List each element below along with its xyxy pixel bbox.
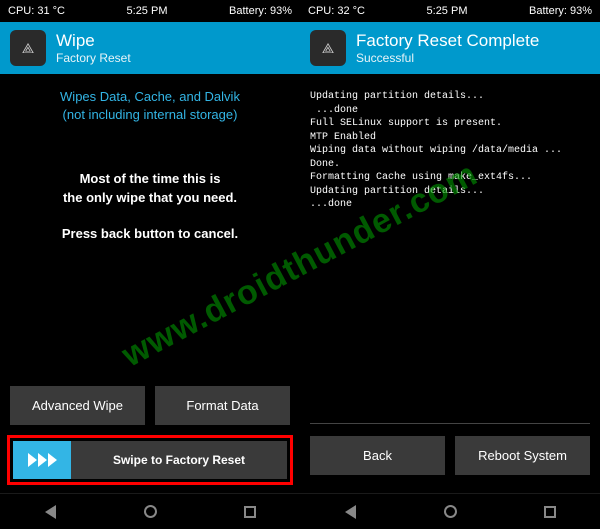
nav-home-icon[interactable] [441,503,459,521]
wipe-desc-line2: (not including internal storage) [10,106,290,124]
swipe-thumb-icon[interactable] [13,441,71,479]
back-button[interactable]: Back [310,436,445,475]
cpu-temp: CPU: 32 °C [308,5,365,17]
header: ⟁ Wipe Factory Reset [0,22,300,74]
screen-complete: CPU: 32 °C 5:25 PM Battery: 93% ⟁ Factor… [300,0,600,529]
screen-wipe: CPU: 31 °C 5:25 PM Battery: 93% ⟁ Wipe F… [0,0,300,529]
wipe-description: Wipes Data, Cache, and Dalvik (not inclu… [10,88,290,243]
page-title: Wipe [56,31,131,51]
nav-bar [300,493,600,529]
wipe-info-line1: Most of the time this is [10,170,290,188]
nav-recent-icon[interactable] [241,503,259,521]
status-bar: CPU: 31 °C 5:25 PM Battery: 93% [0,0,300,22]
twrp-logo-icon: ⟁ [10,30,46,66]
log-output: Updating partition details... ...done Fu… [310,88,590,424]
cpu-temp: CPU: 31 °C [8,5,65,17]
nav-back-icon[interactable] [341,503,359,521]
wipe-desc-line1: Wipes Data, Cache, and Dalvik [10,88,290,106]
clock: 5:25 PM [127,5,168,17]
twrp-logo-icon: ⟁ [310,30,346,66]
page-subtitle: Factory Reset [56,51,131,65]
battery: Battery: 93% [229,5,292,17]
nav-bar [0,493,300,529]
nav-recent-icon[interactable] [541,503,559,521]
page-subtitle: Successful [356,51,539,65]
wipe-cancel-hint: Press back button to cancel. [10,225,290,243]
log-text: Updating partition details... ...done Fu… [310,88,590,212]
page-title: Factory Reset Complete [356,31,539,51]
battery: Battery: 93% [529,5,592,17]
status-bar: CPU: 32 °C 5:25 PM Battery: 93% [300,0,600,22]
clock: 5:25 PM [427,5,468,17]
nav-back-icon[interactable] [41,503,59,521]
reboot-system-button[interactable]: Reboot System [455,436,590,475]
nav-home-icon[interactable] [141,503,159,521]
swipe-label: Swipe to Factory Reset [71,453,287,467]
format-data-button[interactable]: Format Data [155,386,290,425]
advanced-wipe-button[interactable]: Advanced Wipe [10,386,145,425]
swipe-highlight: Swipe to Factory Reset [7,435,293,485]
wipe-info-line2: the only wipe that you need. [10,189,290,207]
swipe-to-factory-reset[interactable]: Swipe to Factory Reset [13,441,287,479]
header: ⟁ Factory Reset Complete Successful [300,22,600,74]
